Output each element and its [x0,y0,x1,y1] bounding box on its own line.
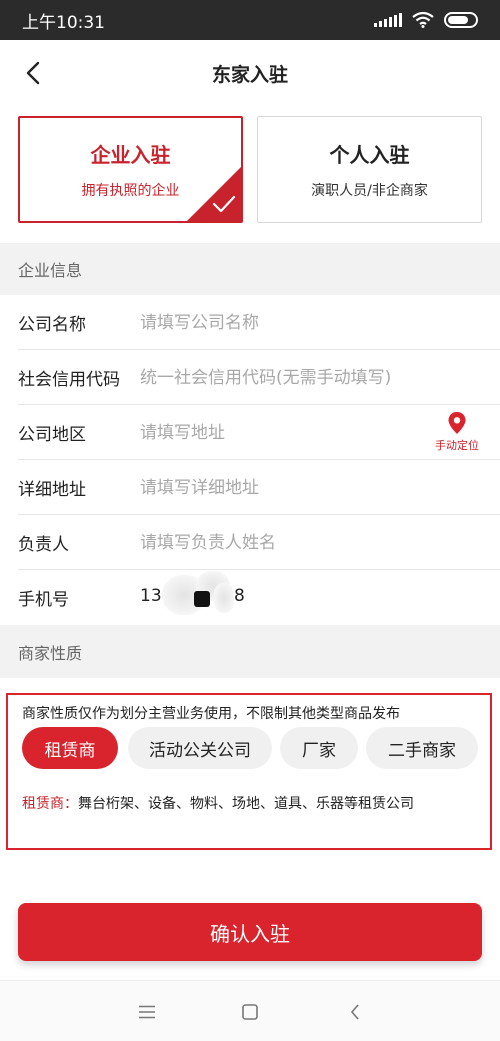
enterprise-card-subtitle: 拥有执照的企业 [81,183,180,199]
enterprise-card-title: 企业入驻 [90,143,171,167]
nav-bar: 东家入驻 [0,40,500,106]
sys-back-icon [350,1004,359,1020]
system-nav-bar [0,980,500,1041]
page-title: 东家入驻 [211,63,288,86]
menu-icon [139,1005,155,1019]
form-row-company-name: 公司名称 [0,295,500,350]
merchant-description-key: 租赁商： [22,796,78,812]
chip-rental[interactable]: 租赁商 [22,727,118,769]
phone-field[interactable]: 13 8 [140,570,440,615]
confirm-button[interactable]: 确认入驻 [18,903,482,961]
merchant-description-text: 舞台桁架、设备、物料、场地、道具、乐器等租赁公司 [78,796,414,812]
manual-locate-label: 手动定位 [435,439,479,452]
contact-input[interactable] [140,527,440,558]
status-bar: 上午10:31 [0,0,500,40]
blurred-region-dark [194,590,210,607]
section-company-info: 企业信息 [0,243,500,295]
phone-value-prefix: 13 [140,585,162,606]
individual-card-subtitle: 演职人员/非企商家 [311,183,428,199]
status-icons [374,12,478,28]
company-name-label: 公司名称 [18,315,86,335]
phone-label: 手机号 [18,590,69,610]
chip-pr-company[interactable]: 活动公关公司 [128,727,272,769]
individual-card[interactable]: 个人入驻 演职人员/非企商家 [257,116,482,223]
check-icon [212,195,236,213]
wifi-icon [412,12,434,28]
signal-icon [374,13,402,27]
merchant-note: 商家性质仅作为划分主营业务使用，不限制其他类型商品发布 [22,706,400,722]
form-row-address: 详细地址 [0,460,500,515]
address-input[interactable] [140,472,440,503]
contact-label: 负责人 [18,535,69,555]
menu-button[interactable] [133,999,161,1025]
form-row-credit-code: 社会信用代码 [0,350,500,405]
form-row-region: 公司地区 手动定位 [0,405,500,460]
form-row-phone: 手机号 13 8 [0,570,500,625]
merchant-type-box: 商家性质仅作为划分主营业务使用，不限制其他类型商品发布 租赁商 活动公关公司 厂… [6,693,492,850]
section-merchant-type: 商家性质 [0,625,500,678]
status-time: 上午10:31 [22,12,105,33]
chip-second-hand[interactable]: 二手商家 [366,727,478,769]
phone-value-suffix: 8 [234,585,245,606]
home-square-icon [242,1004,258,1020]
chevron-left-icon [26,61,40,85]
manual-locate-button[interactable]: 手动定位 [432,411,482,453]
form-row-contact: 负责人 [0,515,500,570]
battery-icon [444,12,478,28]
region-input[interactable] [140,417,440,448]
home-button[interactable] [236,999,264,1025]
credit-code-input[interactable] [140,362,490,393]
blurred-region [214,582,234,613]
enterprise-card[interactable]: 企业入驻 拥有执照的企业 [18,116,243,223]
credit-code-label: 社会信用代码 [18,370,120,390]
system-back-button[interactable] [341,999,369,1025]
individual-card-title: 个人入驻 [329,143,410,167]
address-label: 详细地址 [18,480,86,500]
company-name-input[interactable] [140,307,440,338]
chip-manufacturer[interactable]: 厂家 [280,727,358,769]
region-label: 公司地区 [18,425,86,445]
location-pin-icon [448,412,466,434]
back-button[interactable] [18,58,48,88]
merchant-description: 租赁商：舞台桁架、设备、物料、场地、道具、乐器等租赁公司 [22,793,414,813]
